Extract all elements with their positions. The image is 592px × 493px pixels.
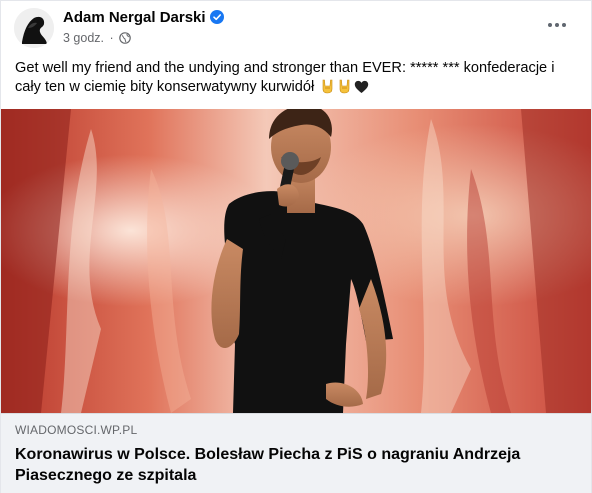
link-preview-card[interactable]: WIADOMOSCI.WP.PL Koronawirus w Polsce. B… xyxy=(1,413,591,493)
verified-badge-icon xyxy=(209,10,224,24)
black-heart-icon xyxy=(354,80,369,100)
facebook-post: Adam Nergal Darski 3 godz. · Get well my… xyxy=(0,0,592,493)
post-image[interactable] xyxy=(1,109,591,413)
horns-hand-icon xyxy=(320,78,335,100)
author-avatar[interactable] xyxy=(14,8,54,48)
post-meta: 3 godz. · xyxy=(63,31,131,45)
more-dot xyxy=(562,23,566,27)
post-text-content: Get well my friend and the undying and s… xyxy=(15,60,555,95)
post-timestamp[interactable]: 3 godz. xyxy=(63,31,104,45)
post-header: Adam Nergal Darski 3 godz. · xyxy=(1,1,591,57)
horns-hand-icon xyxy=(337,78,352,100)
author-name[interactable]: Adam Nergal Darski xyxy=(63,9,224,26)
meta-separator: · xyxy=(109,31,114,45)
post-text: Get well my friend and the undying and s… xyxy=(15,59,580,100)
globe-icon[interactable] xyxy=(119,32,131,44)
link-domain: WIADOMOSCI.WP.PL xyxy=(15,423,138,437)
more-dot xyxy=(548,23,552,27)
author-name-text[interactable]: Adam Nergal Darski xyxy=(63,9,206,26)
link-headline[interactable]: Koronawirus w Polsce. Bolesław Piecha z … xyxy=(15,444,575,486)
more-dot xyxy=(555,23,559,27)
more-options-button[interactable] xyxy=(545,15,569,35)
